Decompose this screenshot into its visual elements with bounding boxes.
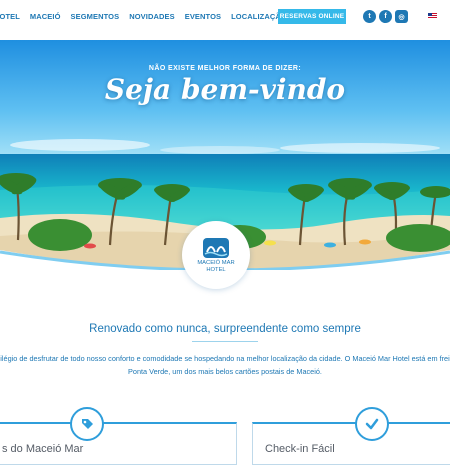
online-reservation-button[interactable]: RESERVAS ONLINE xyxy=(278,9,346,24)
top-navigation-bar: HOTEL MACEIÓ SEGMENTOS NOVIDADES EVENTOS… xyxy=(0,0,450,40)
section-tagline: Renovado como nunca, surpreendente como … xyxy=(89,323,361,335)
hero-title: Seja bem-vindo xyxy=(104,73,346,106)
nav-item-eventos[interactable]: EVENTOS xyxy=(185,12,221,21)
logo-name-line1: MACEIÓ MAR xyxy=(197,260,235,266)
tagline-divider xyxy=(192,341,258,342)
tag-icon xyxy=(70,407,104,441)
facebook-icon[interactable]: f xyxy=(379,10,392,23)
intro-paragraph: ilégio de desfrutar de todo nosso confor… xyxy=(0,352,450,378)
logo-name-line2: HOTEL xyxy=(206,267,226,273)
twitter-icon[interactable]: t xyxy=(363,10,376,23)
feature-card-title: s do Maceió Mar xyxy=(2,443,84,455)
nav-item-maceio[interactable]: MACEIÓ xyxy=(30,12,61,21)
intro-line-2: Ponta Verde, um dos mais belos cartões p… xyxy=(128,367,322,376)
feature-card-maceio-mar[interactable]: s do Maceió Mar xyxy=(0,422,237,465)
main-menu: HOTEL MACEIÓ SEGMENTOS NOVIDADES EVENTOS… xyxy=(0,0,297,33)
hero-kicker: NÃO EXISTE MELHOR FORMA DE DIZER: xyxy=(148,65,302,72)
nav-item-segmentos[interactable]: SEGMENTOS xyxy=(71,12,120,21)
hotel-logo[interactable]: MACEIÓ MAR HOTEL xyxy=(182,221,250,289)
nav-item-hotel[interactable]: HOTEL xyxy=(0,12,20,21)
nav-item-novidades[interactable]: NOVIDADES xyxy=(129,12,175,21)
intro-line-1: ilégio de desfrutar de todo nosso confor… xyxy=(0,354,450,363)
feature-card-check-in[interactable]: Check-in Fácil xyxy=(252,422,450,465)
logo-emblem-icon xyxy=(203,238,229,258)
instagram-icon[interactable]: ◎ xyxy=(395,10,408,23)
check-icon xyxy=(355,407,389,441)
feature-card-title: Check-in Fácil xyxy=(265,443,335,455)
english-flag-icon[interactable] xyxy=(428,13,437,19)
